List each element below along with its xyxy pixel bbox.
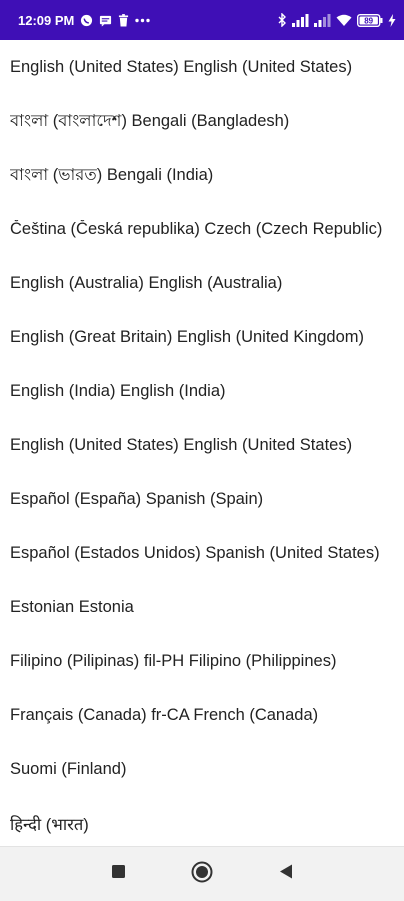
language-item-label: বাংলা (বাংলাদেশ) Bengali (Bangladesh) <box>10 111 290 130</box>
language-item-label: English (United States) English (United … <box>10 57 353 76</box>
language-item[interactable]: Filipino (Pilipinas) fil-PH Filipino (Ph… <box>0 634 404 688</box>
language-item[interactable]: Čeština (Česká republika) Czech (Czech R… <box>0 202 404 256</box>
language-item-label: বাংলা (ভারত) Bengali (India) <box>10 165 214 184</box>
trash-icon <box>118 13 129 27</box>
language-item-label: हिन्दी (भारत) <box>10 815 89 834</box>
battery-level: 89 <box>364 16 373 25</box>
language-item[interactable]: English (Australia) English (Australia) <box>0 256 404 310</box>
language-item-label: English (India) English (India) <box>10 381 226 400</box>
language-item[interactable]: Français (Canada) fr-CA French (Canada) <box>0 688 404 742</box>
language-item[interactable]: Suomi (Finland) <box>0 742 404 796</box>
back-triangle-icon <box>279 864 293 884</box>
signal-icon-2 <box>314 13 331 27</box>
more-icon <box>135 18 151 23</box>
language-item[interactable]: Español (Estados Unidos) Spanish (United… <box>0 526 404 580</box>
battery-icon: 89 <box>357 13 383 27</box>
language-item[interactable]: हिन्दी (भारत) <box>0 796 404 846</box>
wifi-icon <box>336 14 352 27</box>
language-item-label: English (United States) English (United … <box>10 435 353 454</box>
charging-icon <box>388 13 396 27</box>
language-item-label: Filipino (Pilipinas) fil-PH Filipino (Ph… <box>10 651 337 670</box>
home-button[interactable] <box>160 861 244 888</box>
language-item-label: Estonian Estonia <box>10 597 134 616</box>
navigation-bar <box>0 846 404 901</box>
language-item-label: Español (España) Spanish (Spain) <box>10 489 264 508</box>
message-icon <box>99 14 112 27</box>
status-left: 12:09 PM <box>18 12 151 28</box>
bluetooth-icon <box>278 13 287 27</box>
language-item[interactable]: বাংলা (ভারত) Bengali (India) <box>0 148 404 202</box>
recents-square-icon <box>111 865 125 883</box>
language-item-label: Čeština (Česká republika) Czech (Czech R… <box>10 219 383 238</box>
language-item-label: English (Great Britain) English (United … <box>10 327 364 346</box>
language-item-label: English (Australia) English (Australia) <box>10 273 283 292</box>
language-item-label: Français (Canada) fr-CA French (Canada) <box>10 705 319 724</box>
language-item[interactable]: English (Great Britain) English (United … <box>0 310 404 364</box>
language-item[interactable]: English (India) English (India) <box>0 364 404 418</box>
home-circle-icon <box>191 861 213 888</box>
language-item[interactable]: English (United States) English (United … <box>0 40 404 94</box>
language-item[interactable]: Español (España) Spanish (Spain) <box>0 472 404 526</box>
status-right: 89 <box>278 13 396 27</box>
language-list: English (United States) English (United … <box>0 40 404 846</box>
language-item-label: Suomi (Finland) <box>10 759 127 778</box>
language-item[interactable]: English (United States) English (United … <box>0 418 404 472</box>
status-time: 12:09 PM <box>18 12 75 28</box>
language-item[interactable]: Estonian Estonia <box>0 580 404 634</box>
back-button[interactable] <box>244 864 328 884</box>
language-item[interactable]: বাংলা (বাংলাদেশ) Bengali (Bangladesh) <box>0 94 404 148</box>
signal-icon <box>292 13 309 27</box>
status-bar: 12:09 PM 89 <box>0 0 404 40</box>
whatsapp-icon <box>80 14 93 27</box>
language-item-label: Español (Estados Unidos) Spanish (United… <box>10 543 380 562</box>
recents-button[interactable] <box>76 865 160 883</box>
